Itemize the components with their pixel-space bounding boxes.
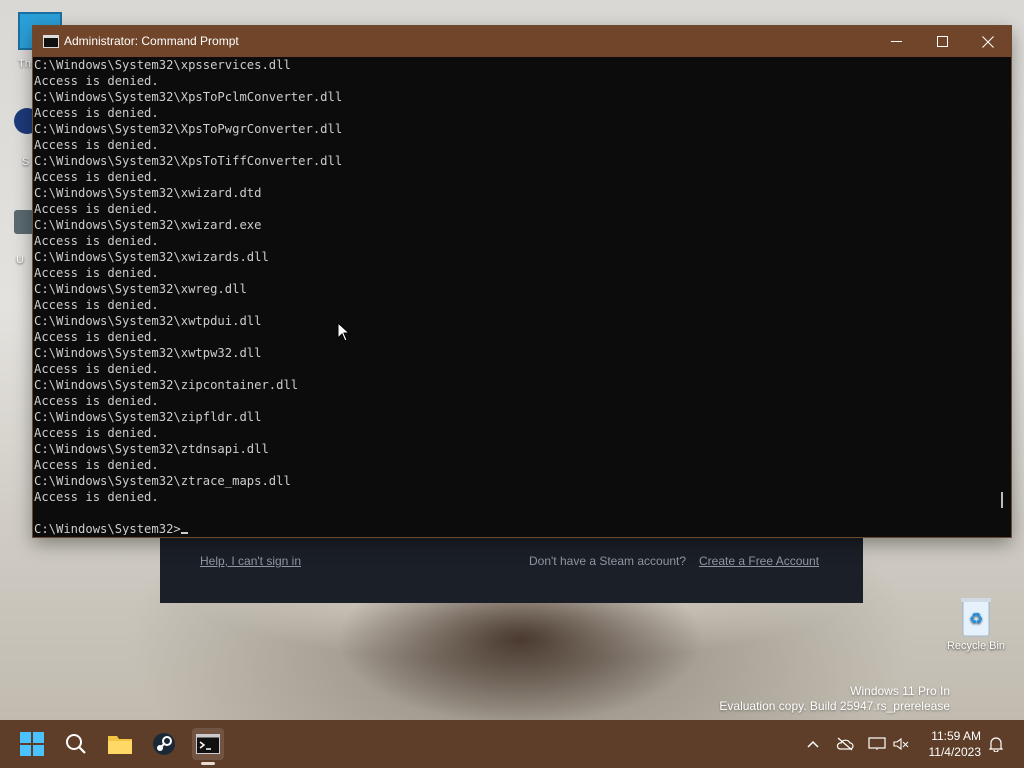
console-line: Access is denied. [34, 490, 159, 504]
console-line: C:\Windows\System32\xpsservices.dll [34, 58, 291, 72]
recycle-bin-icon: ♻ [961, 598, 991, 637]
console-line: Access is denied. [34, 458, 159, 472]
help-sign-in-link[interactable]: Help, I can't sign in [200, 554, 301, 568]
window-title: Administrator: Command Prompt [64, 34, 239, 48]
console-output[interactable]: C:\Windows\System32\xpsservices.dll Acces… [34, 57, 994, 535]
desktop-icon-label: U [16, 254, 24, 266]
console-line: C:\Windows\System32\XpsToPclmConverter.d… [34, 90, 343, 104]
console-line: C:\Windows\System32\ztdnsapi.dll [34, 442, 269, 456]
desktop-icon-recycle-bin[interactable]: ♻ Recycle Bin [944, 596, 1008, 652]
console-prompt: C:\Windows\System32> [34, 522, 181, 535]
maximize-button[interactable] [919, 26, 965, 57]
display-status-button[interactable] [867, 734, 887, 754]
system-clock[interactable]: 11:59 AM 11/4/2023 [929, 728, 982, 760]
console-line: Access is denied. [34, 138, 159, 152]
console-line: Access is denied. [34, 362, 159, 376]
text-cursor [180, 532, 188, 534]
console-line: Access is denied. [34, 74, 159, 88]
console-line: Access is denied. [34, 394, 159, 408]
bell-icon [989, 737, 1003, 752]
command-prompt-icon [43, 35, 59, 48]
active-app-indicator [201, 762, 215, 765]
cloud-offline-icon [836, 737, 854, 751]
network-status-button[interactable] [835, 734, 855, 754]
steam-button[interactable] [148, 728, 180, 760]
svg-text:♻: ♻ [969, 609, 983, 628]
scrollbar-thumb[interactable] [1001, 492, 1003, 508]
no-account-text: Don't have a Steam account? [529, 554, 687, 568]
console-line: C:\Windows\System32\xwtpw32.dll [34, 346, 262, 360]
maximize-icon [936, 36, 948, 47]
console-line: C:\Windows\System32\zipfldr.dll [34, 410, 262, 424]
console-line: Access is denied. [34, 298, 159, 312]
app-icon [14, 210, 34, 234]
console-line: Access is denied. [34, 170, 159, 184]
console-line: C:\Windows\System32\ztrace_maps.dll [34, 474, 291, 488]
windows-watermark: Windows 11 Pro In Evaluation copy. Build… [719, 684, 950, 714]
minimize-icon [890, 41, 902, 42]
console-prompt-line: C:\Windows\System32> [34, 521, 994, 535]
mouse-pointer-icon [337, 322, 351, 342]
monitor-icon [868, 737, 886, 750]
clock-date: 11/4/2023 [928, 745, 982, 759]
search-icon [66, 734, 86, 754]
window-titlebar[interactable]: Administrator: Command Prompt [33, 26, 1011, 57]
console-line: Access is denied. [34, 202, 159, 216]
start-button[interactable] [16, 728, 48, 760]
create-account-link[interactable]: Create a Free Account [699, 554, 819, 568]
notifications-button[interactable] [986, 734, 1006, 754]
desktop-icon-label: Th [18, 58, 31, 70]
show-hidden-icons-button[interactable] [803, 734, 823, 754]
console-line: C:\Windows\System32\xwizards.dll [34, 250, 269, 264]
watermark-line1: Windows 11 Pro In [850, 684, 950, 698]
console-line: C:\Windows\System32\XpsToTiffConverter.d… [34, 154, 343, 168]
steam-icon [153, 733, 175, 755]
desktop-icon-label: S [22, 156, 30, 168]
console-line: Access is denied. [34, 106, 159, 120]
console-line: C:\Windows\System32\xwreg.dll [34, 282, 247, 296]
taskbar: 11:59 AM 11/4/2023 [0, 720, 1024, 768]
folder-icon [108, 736, 132, 754]
console-line: C:\Windows\System32\xwizard.exe [34, 218, 262, 232]
windows-logo-icon [20, 732, 44, 756]
close-icon [982, 35, 994, 48]
recycle-bin-label: Recycle Bin [946, 640, 1006, 652]
console-line: C:\Windows\System32\zipcontainer.dll [34, 378, 299, 392]
console-line: Access is denied. [34, 266, 159, 280]
speaker-muted-icon [893, 737, 909, 751]
console-line: Access is denied. [34, 330, 159, 344]
command-prompt-window[interactable]: Administrator: Command Prompt C:\Windows… [33, 26, 1011, 537]
console-line: Access is denied. [34, 426, 159, 440]
chevron-up-icon [807, 740, 819, 748]
clock-time: 11:59 AM [931, 729, 981, 743]
volume-button[interactable] [891, 734, 911, 754]
steam-login-panel: Help, I can't sign in Don't have a Steam… [160, 534, 863, 603]
minimize-button[interactable] [873, 26, 919, 57]
console-line: C:\Windows\System32\xwizard.dtd [34, 186, 262, 200]
console-line: C:\Windows\System32\XpsToPwgrConverter.d… [34, 122, 343, 136]
file-explorer-button[interactable] [104, 728, 136, 760]
console-line: C:\Windows\System32\xwtpdui.dll [34, 314, 262, 328]
close-button[interactable] [965, 26, 1011, 57]
console-line: Access is denied. [34, 234, 159, 248]
command-prompt-icon [196, 734, 220, 754]
command-prompt-taskbar-button[interactable] [192, 728, 224, 765]
watermark-line2: Evaluation copy. Build 25947.rs_prerelea… [719, 699, 950, 713]
search-button[interactable] [60, 728, 92, 760]
